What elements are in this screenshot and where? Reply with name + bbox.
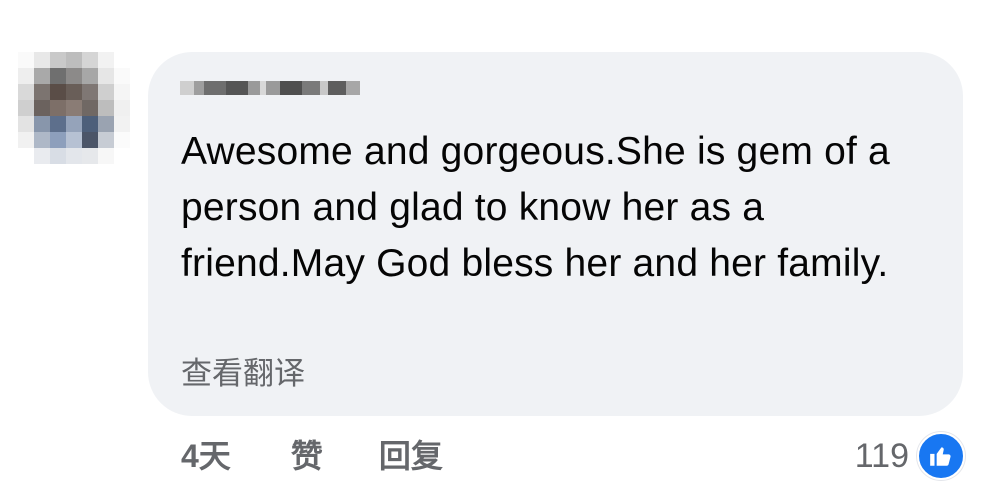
like-button[interactable]: 赞 — [291, 432, 323, 480]
author-name[interactable] — [180, 70, 380, 106]
reaction-count: 119 — [854, 437, 909, 475]
thumbs-up-icon — [917, 432, 965, 480]
comment-text: Awesome and gorgeous.She is gem of a per… — [181, 130, 890, 285]
reply-button[interactable]: 回复 — [379, 432, 443, 480]
avatar[interactable] — [18, 52, 130, 164]
comment-timestamp[interactable]: 4天 — [181, 432, 231, 480]
reaction-summary[interactable]: 119 — [855, 432, 965, 480]
comment-screen: Awesome and gorgeous.She is gem of a per… — [0, 0, 993, 491]
see-translation-link[interactable]: 查看翻译 — [181, 354, 305, 394]
comment-action-bar: 4天 赞 回复 — [181, 432, 499, 480]
